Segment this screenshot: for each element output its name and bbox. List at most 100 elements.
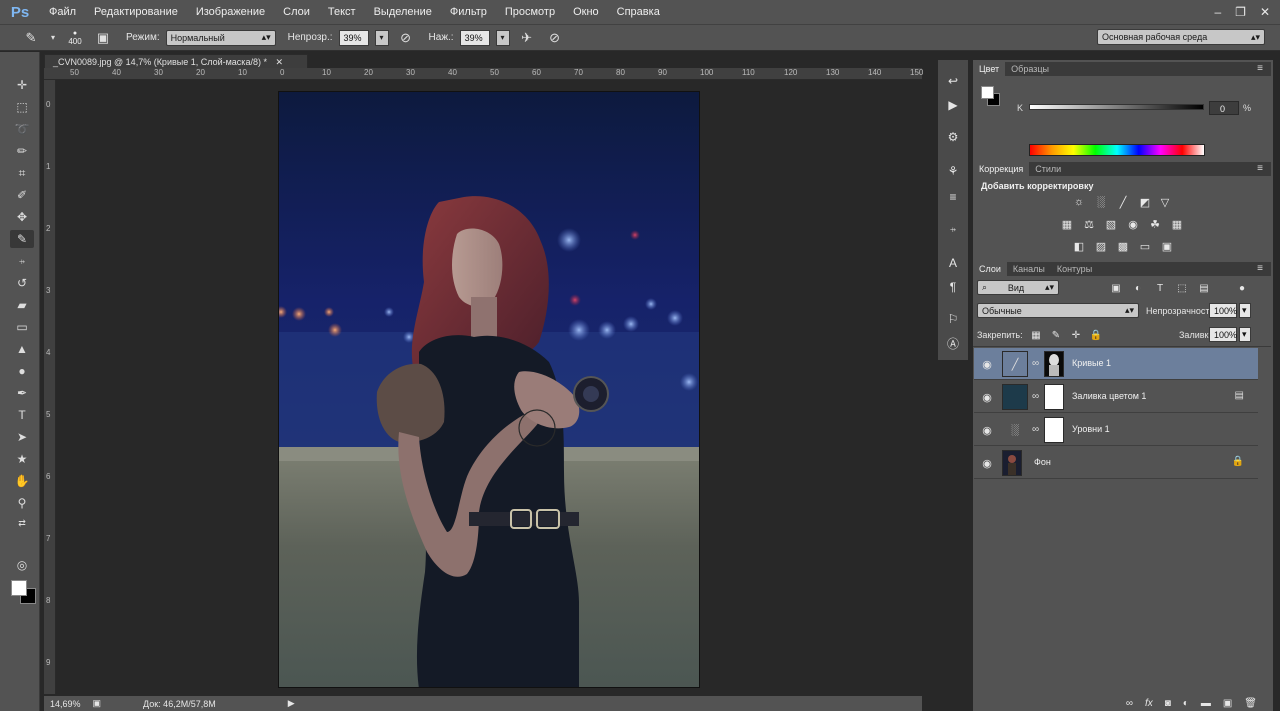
chain-link-icon[interactable]: ∞ [1032,391,1039,402]
opacity-dropdown-icon[interactable]: ▾ [374,29,389,46]
quick-select-tool-icon[interactable]: ✏ [10,142,34,160]
stamp-tool-icon[interactable]: ⍆ [10,252,34,270]
status-menu-arrow-icon[interactable]: ▶ [288,698,295,709]
threshold-icon[interactable]: ▩ [1115,239,1131,253]
brush-panel-icon[interactable]: ⚘ [943,162,963,180]
tab-paths[interactable]: Контуры [1051,262,1098,276]
vibrance-icon[interactable]: ▽ [1157,195,1173,209]
curves-icon[interactable]: ╱ [1115,195,1131,209]
layer-row-background[interactable]: ◉ Фон 🔒 [974,447,1258,479]
lock-pixels-icon[interactable]: ✎ [1049,328,1063,342]
pressure-opacity-icon[interactable]: ⊘ [395,28,417,48]
swap-colors-icon[interactable]: ⇄ [10,514,34,532]
menu-type[interactable]: Текст [319,0,365,24]
hue-saturation-icon[interactable]: ▦ [1059,217,1075,231]
flow-dropdown-icon[interactable]: ▾ [495,29,510,46]
color-balance-icon[interactable]: ⚖ [1081,217,1097,231]
eraser-tool-icon[interactable]: ▰ [10,296,34,314]
new-adjustment-icon[interactable]: ◐ [1183,698,1189,709]
visibility-eye-icon[interactable]: ◉ [980,390,994,404]
shape-tool-icon[interactable]: ★ [10,450,34,468]
pressure-size-icon[interactable]: ⊘ [544,28,566,48]
opacity-dropdown-icon[interactable]: ▾ [1239,303,1251,318]
filter-toggle-icon[interactable]: ● [1235,281,1249,295]
panel-menu-icon[interactable]: ≡ [1257,62,1263,76]
delete-layer-icon[interactable]: 🗑 [1244,698,1257,709]
channel-mixer-icon[interactable]: ☘ [1147,217,1163,231]
chain-link-icon[interactable]: ∞ [1032,358,1039,369]
properties-panel-icon[interactable]: ⚙ [943,128,963,146]
menu-image[interactable]: Изображение [187,0,274,24]
layer-row-solid-fill[interactable]: ◉ ∞ Заливка цветом 1 ▤ [974,381,1258,413]
photo-filter-icon[interactable]: ◉ [1125,217,1141,231]
blur-tool-icon[interactable]: ▲ [10,340,34,358]
history-panel-icon[interactable]: ↩ [943,72,963,90]
mode-select[interactable]: Нормальный ▴▾ [165,29,276,46]
minimize-icon[interactable]: – [1214,5,1221,19]
dodge-tool-icon[interactable]: ● [10,362,34,380]
filter-shape-icon[interactable]: ⬚ [1175,281,1189,295]
filter-pixel-icon[interactable]: ▣ [1109,281,1123,295]
path-select-tool-icon[interactable]: ➤ [10,428,34,446]
layer-mask-thumb[interactable] [1044,351,1064,377]
actions-panel-icon[interactable]: ▶ [943,96,963,114]
chain-link-icon[interactable]: ∞ [1032,424,1039,435]
flow-field[interactable]: 39% [459,29,490,46]
menu-edit[interactable]: Редактирование [85,0,187,24]
brush-size-picker[interactable]: ● 400 [64,27,86,49]
opacity-field[interactable]: 39% [338,29,369,46]
restore-icon[interactable]: ❐ [1235,5,1246,19]
k-value-field[interactable]: 0 [1209,101,1239,115]
crop-tool-icon[interactable]: ⌗ [10,164,34,182]
tab-channels[interactable]: Каналы [1007,262,1051,276]
visibility-eye-icon[interactable]: ◉ [980,357,994,371]
color-lookup-icon[interactable]: ▦ [1169,217,1185,231]
menu-layers[interactable]: Слои [274,0,319,24]
status-info-icon[interactable]: ▣ [93,698,102,709]
eyedropper-tool-icon[interactable]: ✐ [10,186,34,204]
lock-position-icon[interactable]: ✛ [1069,328,1083,342]
menu-window[interactable]: Окно [564,0,608,24]
text-styles-icon[interactable]: Ⓐ [943,334,963,352]
color-spectrum-ramp[interactable] [1029,144,1205,156]
tab-styles[interactable]: Стили [1029,162,1067,176]
panel-menu-icon[interactable]: ≡ [1257,162,1263,176]
dropdown-arrow-icon[interactable]: ▾ [48,28,58,48]
close-icon[interactable]: ✕ [1260,5,1270,19]
tool-presets-icon[interactable]: ⚐ [943,310,963,328]
paragraph-panel-icon[interactable]: ¶ [943,278,963,296]
fill-field[interactable]: 100% [1209,327,1237,342]
visibility-eye-icon[interactable]: ◉ [980,423,994,437]
airbrush-icon[interactable]: ✈ [516,28,538,48]
brush-tool-icon[interactable]: ✎ [10,230,34,248]
workspace-select[interactable]: Основная рабочая среда ▴▾ [1097,29,1265,45]
lock-transparent-icon[interactable]: ▦ [1029,328,1043,342]
layer-opacity-field[interactable]: 100% [1209,303,1237,318]
layer-name[interactable]: Фон [1034,457,1051,467]
menu-view[interactable]: Просмотр [496,0,564,24]
color-panel-foreground-swatch[interactable] [981,86,994,99]
filter-adjustment-icon[interactable]: ◐ [1131,281,1145,295]
invert-icon[interactable]: ◧ [1071,239,1087,253]
menu-filter[interactable]: Фильтр [441,0,496,24]
zoom-tool-icon[interactable]: ⚲ [10,494,34,512]
layer-row-curves[interactable]: ◉ ╱ ∞ Кривые 1 [974,348,1258,380]
layer-name[interactable]: Заливка цветом 1 [1072,391,1146,401]
posterize-icon[interactable]: ▨ [1093,239,1109,253]
gradient-tool-icon[interactable]: ▭ [10,318,34,336]
tab-swatches[interactable]: Образцы [1005,62,1055,76]
quick-mask-icon[interactable]: ◎ [10,556,34,574]
move-tool-icon[interactable]: ✛ [10,76,34,94]
layer-style-fx-icon[interactable]: fx [1145,698,1153,709]
history-brush-tool-icon[interactable]: ↺ [10,274,34,292]
filter-type-icon[interactable]: T [1153,281,1167,295]
new-group-icon[interactable]: ▬ [1201,698,1211,709]
layer-filter-select[interactable]: ⌕ Вид ▴▾ [977,280,1059,295]
brush-panel-icon[interactable]: ▣ [92,28,114,48]
zoom-level[interactable]: 14,69% [50,699,81,709]
panel-menu-icon[interactable]: ≡ [1257,262,1263,276]
menu-help[interactable]: Справка [608,0,669,24]
character-panel-icon[interactable]: A [943,254,963,272]
layer-name[interactable]: Кривые 1 [1072,358,1111,368]
levels-icon[interactable]: ░ [1093,195,1109,209]
